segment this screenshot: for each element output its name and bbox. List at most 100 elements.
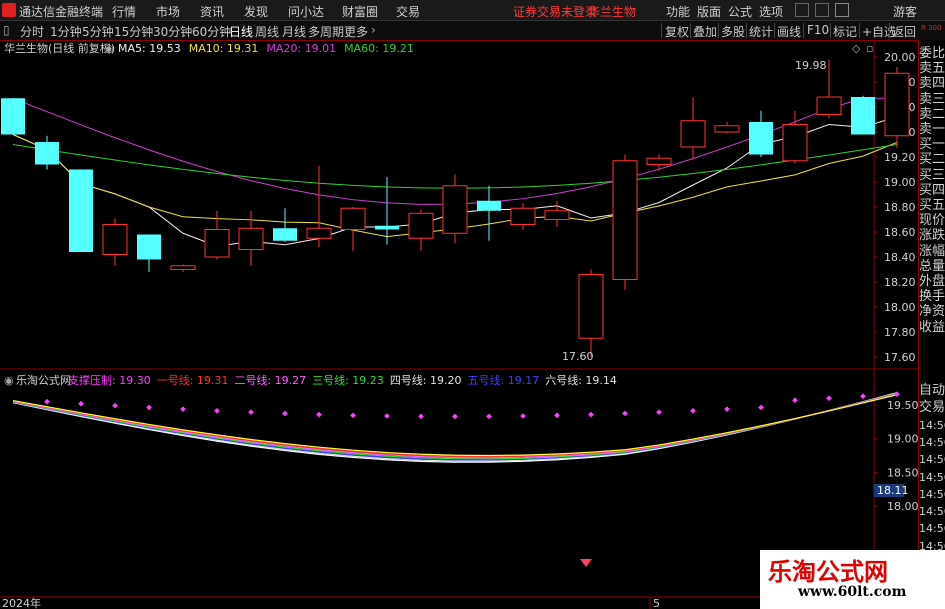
stats-button[interactable]: 统计 xyxy=(749,23,773,40)
support-pressure-dots xyxy=(44,391,900,420)
back-button[interactable]: 返回 xyxy=(892,23,916,40)
mark-button[interactable]: 标记 xyxy=(833,23,857,40)
menu-layout[interactable]: 版面 xyxy=(697,3,721,20)
y-tick-label: 19.00 xyxy=(884,176,916,189)
y-tick-label: 18.60 xyxy=(884,226,916,239)
menu-function[interactable]: 功能 xyxy=(666,3,690,20)
period-multi[interactable]: 多周期 xyxy=(308,23,344,40)
period-daily[interactable]: 日线 xyxy=(229,23,253,40)
pressure-dot xyxy=(452,413,458,420)
menu-discover[interactable]: 发现 xyxy=(244,3,268,20)
maximize-icon[interactable] xyxy=(815,3,829,17)
menu-formula[interactable]: 公式 xyxy=(728,3,752,20)
f10-button[interactable]: F10 xyxy=(807,23,829,37)
period-timeshare[interactable]: 分时 xyxy=(20,23,44,40)
settings-icon[interactable]: ◉ xyxy=(104,42,114,55)
menu-news[interactable]: 资讯 xyxy=(200,3,224,20)
candle-body xyxy=(442,185,468,234)
side-panel-label: 买一 xyxy=(919,137,945,153)
minimize-icon[interactable] xyxy=(795,3,809,17)
expand-icon[interactable]: ▫ xyxy=(866,42,873,55)
pressure-dot xyxy=(622,410,628,417)
candlesticks xyxy=(1,59,910,357)
chevron-right-icon[interactable]: › xyxy=(371,23,376,37)
chart-area[interactable]: 华兰生物(日线 前复权) ◉ MA5: 19.53 MA10: 19.31 MA20… xyxy=(0,40,918,609)
period-weekly[interactable]: 周线 xyxy=(255,23,279,40)
panel-top-label: R 300 xyxy=(921,24,942,32)
period-1min[interactable]: 1分钟 xyxy=(50,23,82,40)
sub-settings-icon[interactable]: ◉ xyxy=(4,374,14,387)
pressure-dot xyxy=(248,409,254,416)
y-tick-label: 18.00 xyxy=(884,301,916,314)
multi-stock-button[interactable]: 多股 xyxy=(721,23,745,40)
candle-body xyxy=(477,200,501,211)
ma-legend-item: MA60: 19.21 xyxy=(344,42,414,55)
side-panel-label: 卖五 xyxy=(919,61,945,77)
period-monthly[interactable]: 月线 xyxy=(282,23,306,40)
adjust-button[interactable]: 复权 xyxy=(665,23,689,40)
candle-body xyxy=(578,274,604,339)
pressure-dot xyxy=(384,413,390,419)
pressure-dot xyxy=(316,411,322,418)
side-panel-label: 涨跌 xyxy=(919,228,945,244)
side-panel-label: 14:56 xyxy=(919,435,945,449)
candle-body xyxy=(884,72,910,137)
side-panel-label: 收益 xyxy=(919,319,945,335)
sub-legend-item: 二号线: 19.27 xyxy=(234,373,306,387)
y-tick-label: 18.80 xyxy=(884,201,916,214)
period-more[interactable]: 更多 xyxy=(344,23,368,40)
candle-body xyxy=(170,265,196,270)
menu-ask-xiaoda[interactable]: 问小达 xyxy=(288,3,324,20)
sub-legend-item: 三号线: 19.23 xyxy=(312,373,384,387)
login-status[interactable]: 证券交易未登录 xyxy=(513,3,597,20)
pressure-dot xyxy=(146,404,152,411)
side-panel-label: 14:56 xyxy=(919,418,945,432)
pressure-dot xyxy=(894,391,900,398)
title-bar: 通达信金融终端 行情 市场 资讯 发现 问小达 财富圈 交易 证券交易未登录 华… xyxy=(0,0,945,21)
watermark-url: www.60lt.com xyxy=(798,584,907,600)
indicator-line xyxy=(12,393,898,460)
ma-legend: MA5: 19.53 MA10: 19.31 MA20: 19.01 MA60: 19… xyxy=(118,42,414,55)
sub-legend-item: 支撑压制: 19.30 xyxy=(68,373,151,387)
pressure-dot xyxy=(486,413,492,420)
period-60min[interactable]: 60分钟 xyxy=(192,23,231,40)
menu-market[interactable]: 市场 xyxy=(156,3,180,20)
draw-line-button[interactable]: 画线 xyxy=(777,23,801,40)
overlay-button[interactable]: 叠加 xyxy=(693,23,717,40)
ma-legend-item: MA5: 19.53 xyxy=(118,42,181,55)
candle-body xyxy=(544,210,570,220)
candle-body xyxy=(137,234,161,260)
pressure-dot xyxy=(826,395,832,402)
candle-body xyxy=(238,227,264,250)
menu-trade[interactable]: 交易 xyxy=(396,3,420,20)
pressure-dot xyxy=(180,406,186,413)
y-tick-label: 17.60 xyxy=(884,351,916,364)
add-watchlist-button[interactable]: +自选 xyxy=(862,23,896,40)
sub-legend: 支撑压制: 19.30 一号线: 19.31 二号线: 19.27 三号线: 19.2… xyxy=(68,373,617,387)
candle-body xyxy=(340,207,366,230)
guest-label[interactable]: 游客 xyxy=(893,3,917,20)
side-panel-label: 涨幅 xyxy=(919,243,945,259)
menu-quotes[interactable]: 行情 xyxy=(112,3,136,20)
candle-body xyxy=(273,228,297,241)
stock-name-label: 华兰生物 xyxy=(588,5,637,19)
pressure-dot xyxy=(656,409,662,416)
side-panel-label: 交易 xyxy=(919,400,945,416)
x-axis-month-label: 5 xyxy=(653,597,660,609)
candle-body xyxy=(408,212,434,239)
pressure-dot xyxy=(588,411,594,418)
side-panel-label: 14:56 xyxy=(919,487,945,501)
menu-wealth-circle[interactable]: 财富圈 xyxy=(342,3,378,20)
toggle-panel-icon[interactable]: ▯ xyxy=(3,23,10,37)
period-5min[interactable]: 5分钟 xyxy=(82,23,114,40)
menu-options[interactable]: 选项 xyxy=(759,3,783,20)
high-price-label: 19.98 xyxy=(795,59,827,72)
sub-legend-item: 一号线: 19.31 xyxy=(157,373,229,387)
period-15min[interactable]: 15分钟 xyxy=(114,23,153,40)
sub-y-tick-label: 19.00 xyxy=(887,433,918,446)
period-30min[interactable]: 30分钟 xyxy=(153,23,192,40)
pressure-dot xyxy=(554,412,560,419)
pressure-dot xyxy=(520,413,526,419)
diamond-icon[interactable]: ◇ xyxy=(852,42,861,55)
close-icon[interactable] xyxy=(835,3,849,17)
